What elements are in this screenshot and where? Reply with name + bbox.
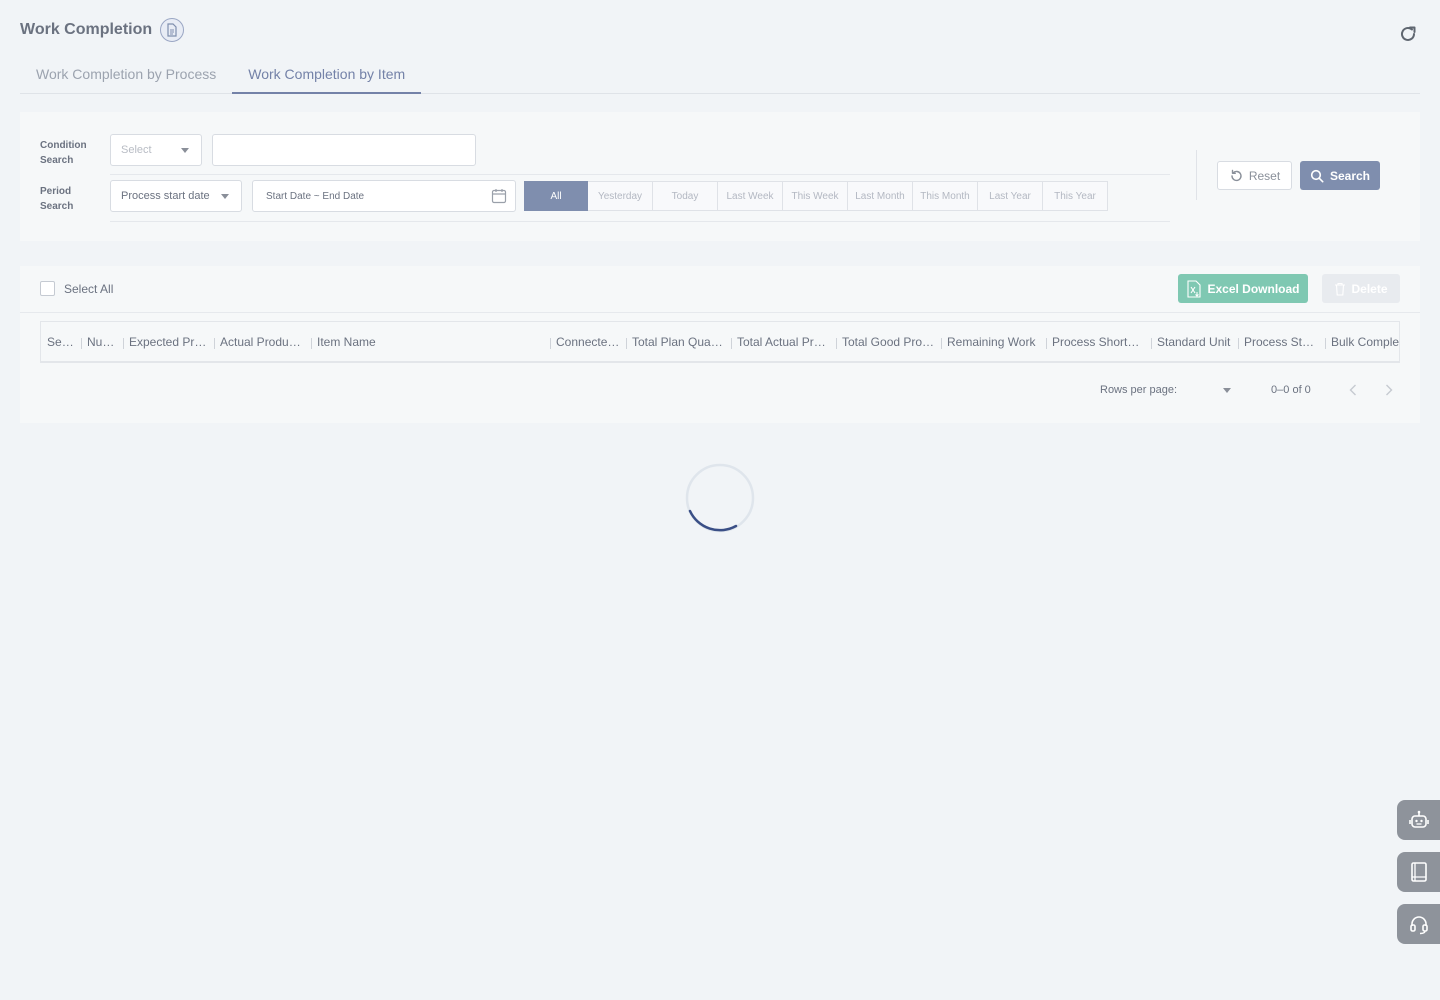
condition-label-line2: Search [40, 155, 74, 166]
calendar-icon[interactable] [491, 188, 507, 207]
period-label-line1: Period [40, 186, 72, 197]
excel-download-button[interactable]: Excel Download [1178, 274, 1308, 303]
page-header: Work Completion [20, 18, 185, 42]
condition-select[interactable]: Select [110, 134, 202, 166]
period-today-button[interactable]: Today [653, 181, 718, 211]
undo-icon [1231, 169, 1242, 181]
column-header-process-shortage[interactable]: Process Shortage [1046, 335, 1151, 349]
period-last-month-button[interactable]: Last Month [848, 181, 913, 211]
column-header-total-plan-quantity[interactable]: Total Plan Quantity [626, 335, 731, 349]
period-last-year-button[interactable]: Last Year [978, 181, 1043, 211]
column-header-total-good-production[interactable]: Total Good Production [836, 335, 941, 349]
column-header-standard-unit[interactable]: Standard Unit [1151, 335, 1238, 349]
date-range-input[interactable]: Start Date ~ End Date [252, 180, 516, 212]
tab-bar: Work Completion by Process Work Completi… [20, 56, 1420, 94]
period-yesterday-button[interactable]: Yesterday [588, 181, 653, 211]
document-icon[interactable] [160, 18, 185, 42]
period-this-year-button[interactable]: This Year [1043, 181, 1108, 211]
pagination: Rows per page: 0–0 of 0 [1100, 382, 1397, 398]
loading-spinner-icon [685, 463, 755, 533]
rows-per-page-select[interactable] [1185, 383, 1235, 397]
column-header-process-status[interactable]: Process Status [1238, 335, 1325, 349]
column-header-total-actual-production[interactable]: Total Actual Production [731, 335, 836, 349]
search-button[interactable]: Search [1300, 161, 1380, 190]
period-type-select[interactable]: Process start date [110, 180, 242, 212]
headset-icon [1409, 916, 1428, 935]
previous-page-icon[interactable] [1345, 382, 1361, 398]
period-last-week-button[interactable]: Last Week [718, 181, 783, 211]
checkbox[interactable] [40, 281, 55, 296]
reset-button[interactable]: Reset [1217, 161, 1292, 190]
excel-download-label: Excel Download [1207, 281, 1300, 296]
list-panel: Select All Excel Download Delete Selecti… [20, 266, 1420, 423]
period-quick-buttons: All Yesterday Today Last Week This Week … [524, 181, 1108, 211]
page-title: Work Completion [20, 21, 153, 38]
chevron-down-icon [221, 194, 229, 199]
next-page-icon[interactable] [1381, 382, 1397, 398]
tab-work-completion-by-process[interactable]: Work Completion by Process [20, 56, 232, 93]
period-this-week-button[interactable]: This Week [783, 181, 848, 211]
period-all-button[interactable]: All [524, 181, 588, 211]
chevron-down-icon [181, 148, 189, 153]
support-button[interactable] [1397, 904, 1440, 944]
delete-label: Delete [1351, 281, 1388, 296]
row-divider [110, 221, 1170, 222]
robot-icon [1408, 810, 1429, 828]
magnifier-icon [1310, 169, 1324, 182]
trash-icon [1335, 282, 1346, 296]
condition-label-line1: Condition [40, 140, 87, 151]
select-all-checkbox[interactable]: Select All [40, 281, 113, 296]
delete-button[interactable]: Delete [1322, 274, 1400, 303]
page-range-text: 0–0 of 0 [1271, 384, 1311, 396]
column-header-expected-production-date[interactable]: Expected Production Date [123, 335, 214, 349]
column-header-selection[interactable]: Selection [41, 335, 81, 349]
condition-select-value: Select [121, 144, 152, 156]
reset-label: Reset [1248, 168, 1281, 183]
condition-search-input[interactable] [212, 134, 476, 166]
search-panel: Condition Search Select Period Search Pr… [20, 112, 1420, 241]
refresh-icon[interactable] [1398, 24, 1418, 44]
column-header-bulk-complete[interactable]: Bulk Complete [1325, 335, 1399, 349]
chatbot-button[interactable] [1397, 800, 1440, 840]
grid-header-row: Selection Number Expected Production Dat… [40, 321, 1400, 363]
list-toolbar: Select All Excel Download Delete [20, 266, 1420, 313]
period-search-label: Period Search [40, 184, 73, 214]
period-label-line2: Search [40, 201, 74, 212]
rows-per-page-label: Rows per page: [1100, 384, 1178, 396]
excel-file-icon [1187, 279, 1202, 298]
date-range-placeholder: Start Date ~ End Date [266, 190, 365, 202]
tab-work-completion-by-item[interactable]: Work Completion by Item [232, 56, 422, 94]
condition-search-label: Condition Search [40, 138, 87, 168]
column-header-connected-order[interactable]: Connected Order [550, 335, 626, 349]
chevron-down-icon [1223, 388, 1232, 393]
book-icon [1410, 862, 1427, 882]
column-header-actual-production-date[interactable]: Actual Production Date [214, 335, 311, 349]
row-divider [110, 174, 1170, 175]
column-header-number[interactable]: Number [81, 335, 123, 349]
select-all-label: Select All [64, 281, 114, 296]
column-header-remaining-work[interactable]: Remaining Work [941, 335, 1046, 349]
period-this-month-button[interactable]: This Month [913, 181, 978, 211]
manual-button[interactable] [1397, 852, 1440, 892]
column-header-item-name[interactable]: Item Name [311, 335, 550, 349]
vertical-divider [1196, 150, 1197, 200]
search-label: Search [1329, 168, 1371, 183]
period-type-value: Process start date [121, 190, 210, 202]
